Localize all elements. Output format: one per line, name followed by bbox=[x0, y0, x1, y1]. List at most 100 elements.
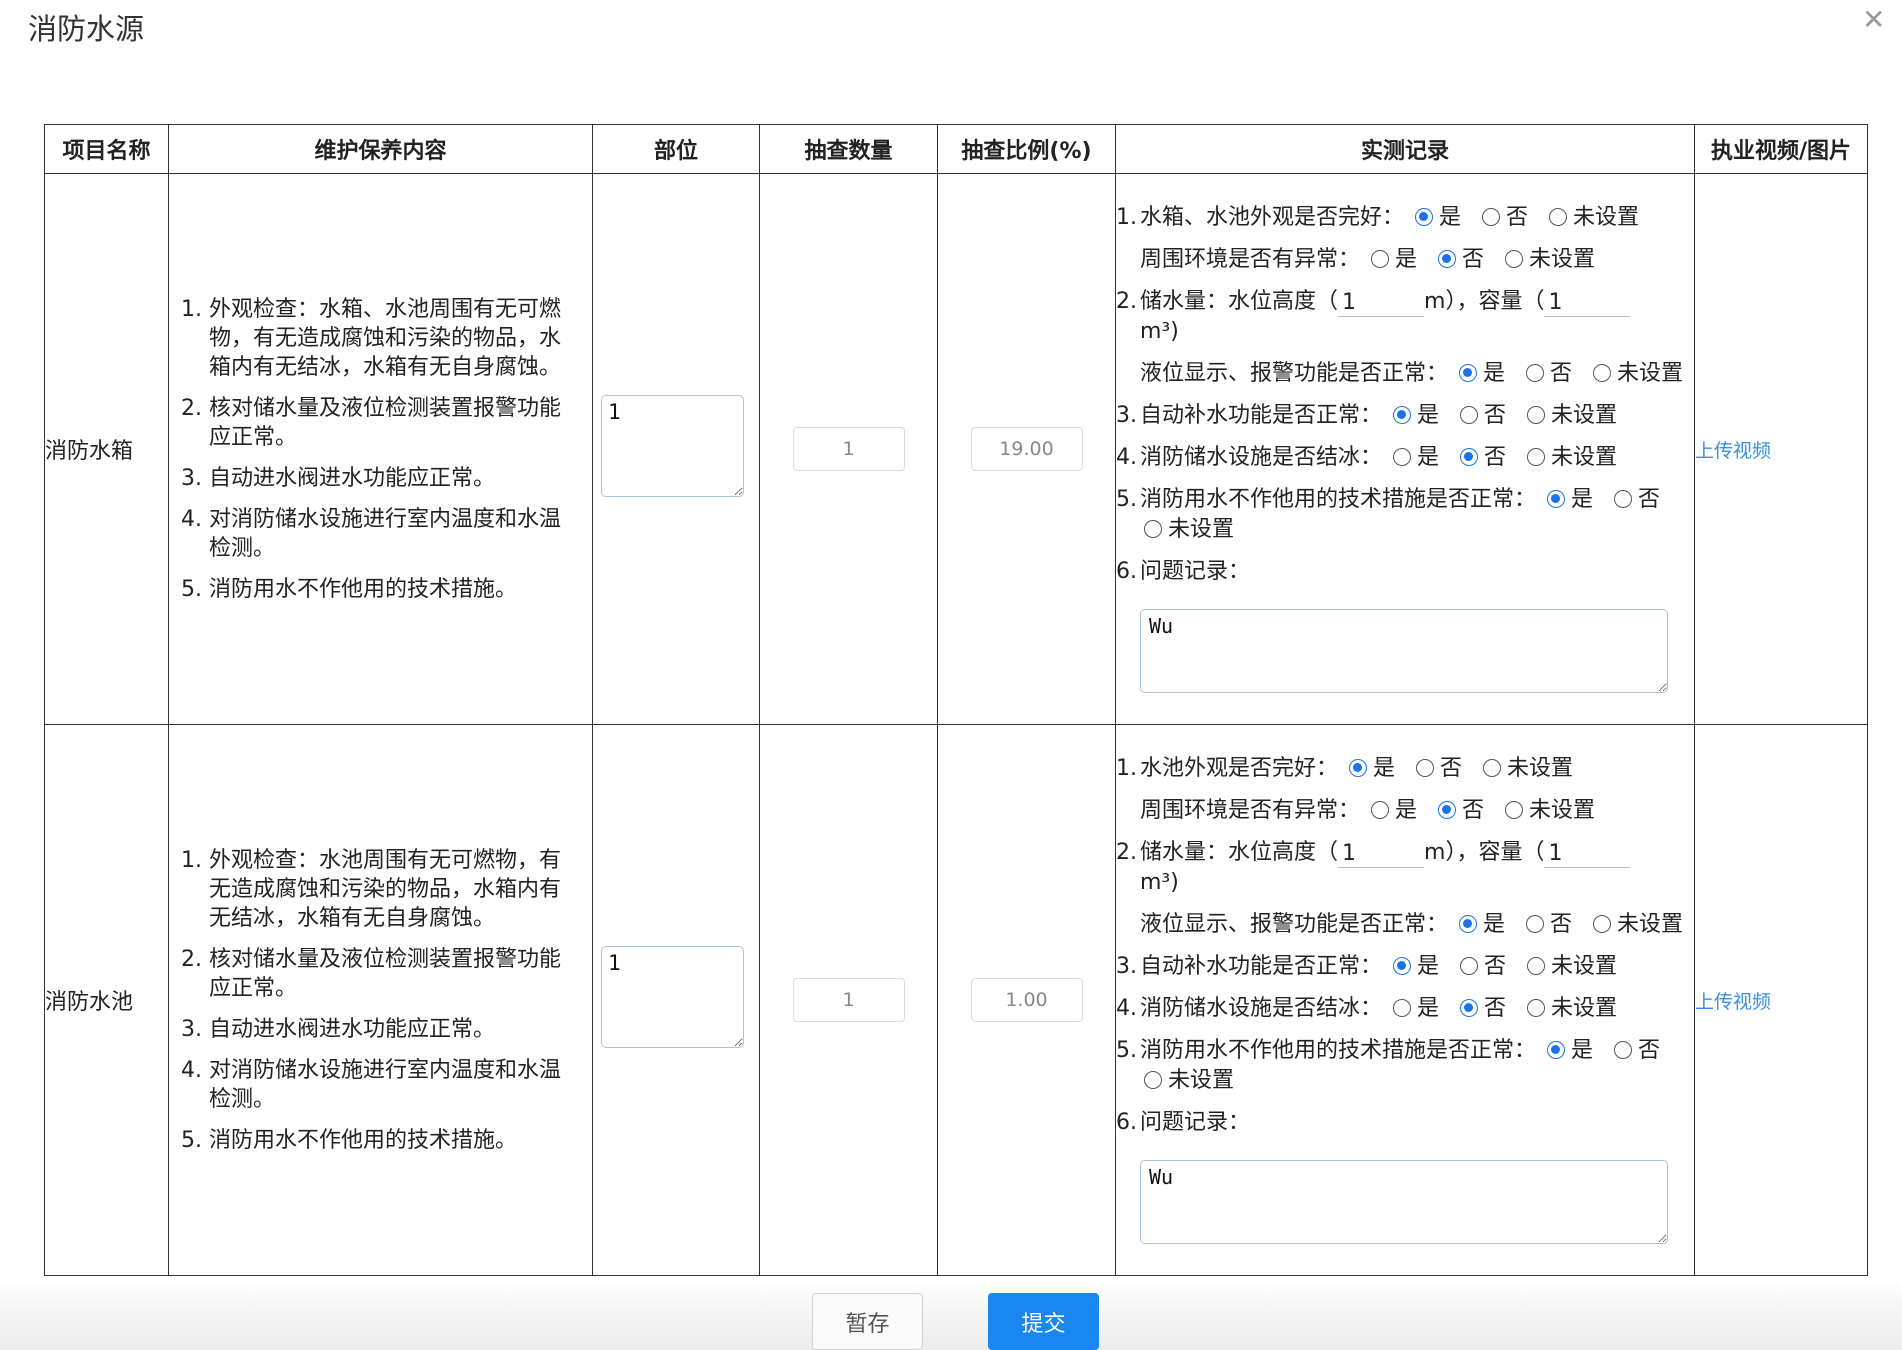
option-yes-label: 是 bbox=[1395, 798, 1418, 823]
header-project-name: 项目名称 bbox=[44, 124, 169, 174]
q5-no-radio[interactable] bbox=[1614, 490, 1633, 508]
content-item: 消防用水不作他用的技术措施。 bbox=[209, 575, 570, 604]
capacity-input[interactable]: 1 bbox=[1544, 841, 1631, 868]
q1-unset-radio[interactable] bbox=[1483, 759, 1502, 777]
water-height-input[interactable]: 1 bbox=[1338, 290, 1425, 317]
option-unset-label: 未设置 bbox=[1617, 361, 1684, 386]
q1-yes-radio[interactable] bbox=[1349, 759, 1368, 777]
q4-unset-radio[interactable] bbox=[1527, 448, 1546, 466]
option-no-label: 否 bbox=[1638, 1038, 1661, 1063]
q4-no-radio[interactable] bbox=[1460, 448, 1479, 466]
q2-sub-unset-radio[interactable] bbox=[1593, 364, 1612, 382]
project-name: 消防水池 bbox=[44, 724, 169, 1276]
record-number: 4. bbox=[1116, 996, 1137, 1021]
q1-label: 水池外观是否完好： bbox=[1140, 756, 1339, 781]
q5-no-radio[interactable] bbox=[1614, 1041, 1633, 1059]
video-image-cell: 上传视频 bbox=[1694, 724, 1868, 1276]
record-number: 3. bbox=[1116, 954, 1137, 979]
sample-quantity-input: 1 bbox=[792, 978, 905, 1022]
content-item: 对消防储水设施进行室内温度和水温检测。 bbox=[209, 505, 570, 563]
option-unset-label: 未设置 bbox=[1507, 756, 1574, 781]
sample-quantity-cell: 1 bbox=[759, 173, 938, 725]
problem-record-input[interactable]: Wu bbox=[1140, 1160, 1668, 1244]
q1-sub-no-radio[interactable] bbox=[1438, 250, 1457, 268]
q3-label: 自动补水功能是否正常： bbox=[1140, 403, 1383, 428]
q3-no-radio[interactable] bbox=[1460, 406, 1479, 424]
record-number: 6. bbox=[1116, 1110, 1137, 1135]
q1-sub-label: 周围环境是否有异常： bbox=[1140, 247, 1361, 272]
option-unset-label: 未设置 bbox=[1551, 996, 1618, 1021]
q3-label: 自动补水功能是否正常： bbox=[1140, 954, 1383, 979]
q4-yes-radio[interactable] bbox=[1393, 448, 1412, 466]
q2-unit-label: m³) bbox=[1140, 319, 1179, 344]
q3-no-radio[interactable] bbox=[1460, 957, 1479, 975]
q4-yes-radio[interactable] bbox=[1393, 999, 1412, 1017]
water-height-input[interactable]: 1 bbox=[1338, 841, 1425, 868]
q2-sub-label: 液位显示、报警功能是否正常： bbox=[1140, 361, 1449, 386]
q1-sub-yes-radio[interactable] bbox=[1371, 250, 1390, 268]
measured-record-cell: 1. 水池外观是否完好： 是 否 未设置 周围环境是否有异常： 是 否 未设置 … bbox=[1115, 724, 1695, 1276]
submit-button[interactable]: 提交 bbox=[988, 1293, 1099, 1350]
problem-record-input[interactable]: Wu bbox=[1140, 609, 1668, 693]
q1-no-radio[interactable] bbox=[1416, 759, 1435, 777]
q2-sub-no-radio[interactable] bbox=[1526, 364, 1545, 382]
q4-unset-radio[interactable] bbox=[1527, 999, 1546, 1017]
q3-unset-radio[interactable] bbox=[1527, 406, 1546, 424]
option-yes-label: 是 bbox=[1483, 361, 1506, 386]
option-no-label: 否 bbox=[1550, 912, 1573, 937]
location-input[interactable]: 1 bbox=[601, 946, 744, 1048]
upload-video-link[interactable]: 上传视频 bbox=[1695, 991, 1771, 1013]
q1-yes-radio[interactable] bbox=[1415, 208, 1434, 226]
q1-unset-radio[interactable] bbox=[1549, 208, 1568, 226]
q3-yes-radio[interactable] bbox=[1393, 957, 1412, 975]
q3-unset-radio[interactable] bbox=[1527, 957, 1546, 975]
q1-label: 水箱、水池外观是否完好： bbox=[1140, 205, 1405, 230]
location-input[interactable]: 1 bbox=[601, 395, 744, 497]
upload-video-link[interactable]: 上传视频 bbox=[1695, 440, 1771, 462]
table-header-row: 项目名称 维护保养内容 部位 抽查数量 抽查比例(%) 实测记录 执业视频/图片 bbox=[44, 124, 1868, 174]
option-unset-label: 未设置 bbox=[1168, 1068, 1235, 1093]
record-number: 5. bbox=[1116, 487, 1137, 512]
q2-unit-label: m³) bbox=[1140, 870, 1179, 895]
maintenance-content: 外观检查：水箱、水池周围有无可燃物，有无造成腐蚀和污染的物品，水箱内有无结冰，水… bbox=[168, 173, 593, 725]
q2-sub-yes-radio[interactable] bbox=[1459, 364, 1478, 382]
capacity-input[interactable]: 1 bbox=[1544, 290, 1631, 317]
maintenance-content: 外观检查：水池周围有无可燃物，有无造成腐蚀和污染的物品，水箱内有无结冰，水箱有无… bbox=[168, 724, 593, 1276]
q1-sub-no-radio[interactable] bbox=[1438, 801, 1457, 819]
record-number: 4. bbox=[1116, 445, 1137, 470]
q2-sub-no-radio[interactable] bbox=[1526, 915, 1545, 933]
save-draft-button[interactable]: 暂存 bbox=[812, 1293, 923, 1350]
q1-sub-unset-radio[interactable] bbox=[1505, 250, 1524, 268]
option-yes-label: 是 bbox=[1417, 996, 1440, 1021]
q4-label: 消防储水设施是否结冰： bbox=[1140, 996, 1383, 1021]
q5-unset-radio[interactable] bbox=[1144, 1071, 1162, 1089]
dialog-footer bbox=[0, 1276, 1902, 1350]
sample-ratio-cell: 1.00 bbox=[937, 724, 1116, 1276]
sample-quantity-input: 1 bbox=[792, 427, 905, 471]
q2-sub-unset-radio[interactable] bbox=[1593, 915, 1612, 933]
content-item: 核对储水量及液位检测装置报警功能应正常。 bbox=[209, 394, 570, 452]
q5-label: 消防用水不作他用的技术措施是否正常： bbox=[1140, 487, 1537, 512]
option-yes-label: 是 bbox=[1417, 403, 1440, 428]
q2-sub-yes-radio[interactable] bbox=[1459, 915, 1478, 933]
option-yes-label: 是 bbox=[1417, 954, 1440, 979]
record-number: 3. bbox=[1116, 403, 1137, 428]
q1-no-radio[interactable] bbox=[1482, 208, 1501, 226]
close-icon[interactable]: ✕ bbox=[1862, 6, 1885, 34]
q1-sub-unset-radio[interactable] bbox=[1505, 801, 1524, 819]
option-yes-label: 是 bbox=[1483, 912, 1506, 937]
option-unset-label: 未设置 bbox=[1551, 954, 1618, 979]
q5-unset-radio[interactable] bbox=[1144, 520, 1162, 538]
video-image-cell: 上传视频 bbox=[1694, 173, 1868, 725]
q5-yes-radio[interactable] bbox=[1547, 1041, 1566, 1059]
record-number: 1. bbox=[1116, 756, 1137, 781]
option-unset-label: 未设置 bbox=[1529, 798, 1596, 823]
content-item: 外观检查：水池周围有无可燃物，有无造成腐蚀和污染的物品，水箱内有无结冰，水箱有无… bbox=[209, 846, 570, 933]
q3-yes-radio[interactable] bbox=[1393, 406, 1412, 424]
option-yes-label: 是 bbox=[1439, 205, 1462, 230]
q1-sub-yes-radio[interactable] bbox=[1371, 801, 1390, 819]
option-yes-label: 是 bbox=[1571, 487, 1594, 512]
q5-yes-radio[interactable] bbox=[1547, 490, 1566, 508]
q4-no-radio[interactable] bbox=[1460, 999, 1479, 1017]
option-no-label: 否 bbox=[1484, 403, 1507, 428]
